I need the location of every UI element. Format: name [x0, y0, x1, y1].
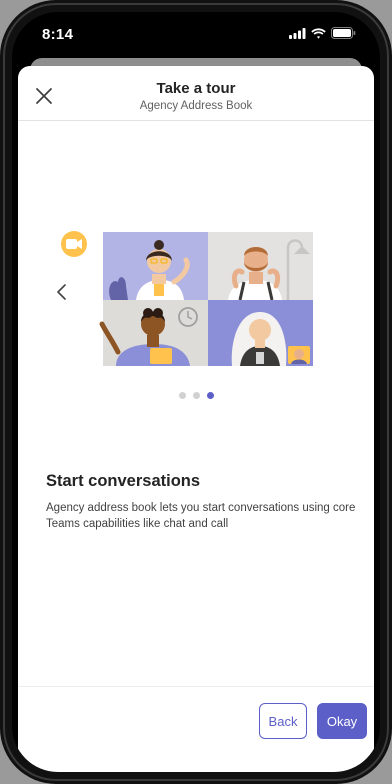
pagination-dot[interactable] — [192, 392, 200, 399]
back-button[interactable]: Back — [259, 703, 307, 739]
slide-description: Agency address book lets you start conve… — [46, 502, 356, 530]
pagination-dot[interactable] — [178, 392, 186, 399]
dialog-footer: Back Okay — [18, 686, 374, 772]
phone-screen: 8:14 Take a tour Agency Address Book Sta… — [12, 12, 380, 772]
status-time: 8:14 — [42, 26, 74, 43]
video-tile-2 — [208, 232, 313, 301]
pagination-dot-active[interactable] — [206, 392, 214, 399]
dialog-title: Take a tour — [156, 80, 236, 97]
okay-button[interactable]: Okay — [317, 703, 367, 739]
tour-dialog: Take a tour Agency Address Book Start co… — [18, 66, 374, 772]
dialog-header: Take a tour Agency Address Book — [18, 66, 374, 121]
phone-frame: 8:14 Take a tour Agency Address Book Sta… — [0, 0, 392, 784]
dialog-subtitle: Agency Address Book — [139, 100, 253, 112]
video-call-illustration — [61, 231, 313, 366]
video-tile-1 — [103, 232, 208, 300]
status-bar: 8:14 — [12, 12, 380, 58]
video-tile-4 — [208, 300, 313, 366]
slide-title: Start conversations — [46, 472, 201, 490]
signal-icon — [289, 27, 306, 39]
status-icons — [289, 27, 356, 39]
video-tile-3 — [99, 300, 208, 366]
video-camera-icon — [61, 231, 87, 257]
wifi-icon — [311, 27, 326, 39]
carousel-pagination — [18, 392, 374, 399]
battery-icon — [331, 27, 356, 39]
